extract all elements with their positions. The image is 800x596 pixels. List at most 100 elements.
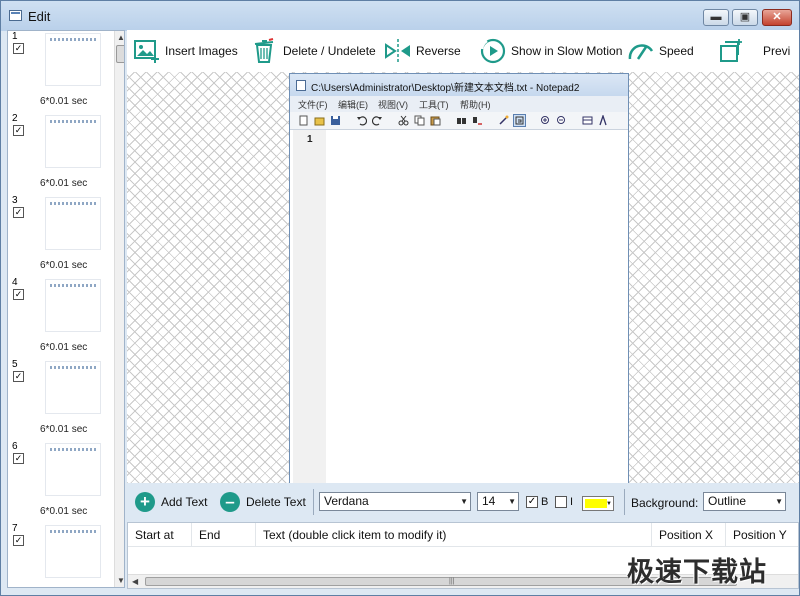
scroll-down-icon[interactable]: ▼ xyxy=(117,576,124,585)
frame-canvas[interactable]: C:\Users\Administrator\Desktop\新建文本文档.tx… xyxy=(127,72,799,484)
frame-checkbox[interactable]: ✓ xyxy=(13,125,24,136)
frame-thumbnail[interactable] xyxy=(45,115,101,168)
column-header-position-x[interactable]: Position X xyxy=(652,523,726,547)
chevron-down-icon: ▼ xyxy=(460,497,468,506)
close-button[interactable]: ✕ xyxy=(762,9,792,26)
slow-motion-label: Show in Slow Motion xyxy=(511,44,623,58)
frame-item[interactable]: 2 ✓ 6*0.01 sec xyxy=(8,113,112,195)
preview-line-number: 1 xyxy=(307,134,313,145)
scroll-up-icon[interactable]: ▲ xyxy=(117,33,124,42)
preview-menu-item: 视图(V) xyxy=(378,100,408,110)
undo-icon xyxy=(357,116,367,126)
grip-icon: ||| xyxy=(449,578,455,585)
frame-checkbox[interactable]: ✓ xyxy=(13,453,24,464)
frame-duration[interactable]: 6*0.01 sec xyxy=(40,178,87,189)
text-color-picker[interactable]: ▼ xyxy=(582,496,614,511)
speed-button[interactable]: Speed xyxy=(627,37,694,65)
insert-images-label: Insert Images xyxy=(165,44,238,58)
reverse-label: Reverse xyxy=(416,44,461,58)
notepad-icon xyxy=(296,80,306,91)
frame-checkbox[interactable]: ✓ xyxy=(13,535,24,546)
frame-thumbnail[interactable] xyxy=(45,443,101,496)
slow-motion-button[interactable]: Show in Slow Motion xyxy=(479,37,622,65)
zoom-out-icon xyxy=(557,116,565,124)
frame-checkbox[interactable]: ✓ xyxy=(13,207,24,218)
frame-duration[interactable]: 6*0.01 sec xyxy=(40,424,87,435)
watermark: 极速下载站 xyxy=(627,557,767,588)
trash-icon xyxy=(254,38,274,63)
frame-item[interactable]: 6 ✓ 6*0.01 sec xyxy=(8,441,112,523)
replace-icon xyxy=(473,117,482,125)
cut-icon xyxy=(398,115,409,126)
frame-thumbnail[interactable] xyxy=(45,525,101,578)
frame-item[interactable]: 5 ✓ 6*0.01 sec xyxy=(8,359,112,441)
frame-checkbox[interactable]: ✓ xyxy=(13,371,24,382)
insert-images-button[interactable]: Insert Images xyxy=(133,37,238,65)
font-family-value: Verdana xyxy=(324,494,369,508)
frame-preview-image: C:\Users\Administrator\Desktop\新建文本文档.tx… xyxy=(289,73,629,484)
minimize-button[interactable]: ▬ xyxy=(703,9,729,26)
frame-number: 4 xyxy=(12,277,18,288)
speedometer-icon xyxy=(628,44,654,60)
delete-text-label: Delete Text xyxy=(246,495,306,509)
preview-button[interactable]: Previ xyxy=(717,37,790,65)
font-family-select[interactable]: Verdana ▼ xyxy=(319,492,471,511)
frame-duration[interactable]: 6*0.01 sec xyxy=(40,506,87,517)
frame-list[interactable]: 1 ✓ 6*0.01 sec 2 ✓ 6*0.01 sec 3 ✓ 6*0.01… xyxy=(7,30,125,588)
preview-label: Previ xyxy=(763,44,791,58)
column-header-position-y[interactable]: Position Y xyxy=(726,523,798,547)
scrollbar-thumb[interactable] xyxy=(116,45,124,63)
divider xyxy=(624,489,625,515)
zoom-in-icon xyxy=(541,116,549,124)
frame-duration[interactable]: 6*0.01 sec xyxy=(40,260,87,271)
add-text-button[interactable]: + Add Text xyxy=(135,491,207,513)
frame-checkbox[interactable]: ✓ xyxy=(13,43,24,54)
delete-undelete-button[interactable]: Delete / Undelete xyxy=(251,37,376,65)
paste-icon xyxy=(430,116,441,126)
preview-menu-bar: 文件(F) 编辑(E) 视图(V) 工具(T) 帮助(H) xyxy=(290,96,628,112)
frame-duration[interactable]: 6*0.01 sec xyxy=(40,96,87,107)
font-size-select[interactable]: 14 ▼ xyxy=(477,492,519,511)
bold-checkbox[interactable]: ✓ xyxy=(526,496,538,508)
font-icon xyxy=(599,115,607,126)
background-style-value: Outline xyxy=(708,494,747,508)
delete-text-button[interactable]: – Delete Text xyxy=(220,491,306,513)
frame-number: 5 xyxy=(12,359,18,370)
new-file-icon xyxy=(299,115,308,126)
frame-number: 3 xyxy=(12,195,18,206)
frame-thumbnail[interactable] xyxy=(45,279,101,332)
divider xyxy=(313,489,314,515)
italic-checkbox[interactable] xyxy=(555,496,567,508)
preview-window-title-bar: C:\Users\Administrator\Desktop\新建文本文档.tx… xyxy=(290,74,628,96)
frame-item[interactable]: 3 ✓ 6*0.01 sec xyxy=(8,195,112,277)
background-style-select[interactable]: Outline ▼ xyxy=(703,492,786,511)
window-title: Edit xyxy=(28,9,51,24)
column-header-text[interactable]: Text (double click item to modify it) xyxy=(256,523,652,547)
reverse-icon xyxy=(385,39,410,63)
frame-item[interactable]: 7 ✓ xyxy=(8,523,112,587)
frame-list-scrollbar[interactable]: ▲ ▼ xyxy=(114,31,124,587)
frame-thumbnail[interactable] xyxy=(45,33,101,86)
scroll-left-icon[interactable]: ◀ xyxy=(132,577,138,586)
chevron-down-icon: ▼ xyxy=(775,497,783,506)
frame-thumbnail[interactable] xyxy=(45,361,101,414)
column-header-end[interactable]: End xyxy=(192,523,256,547)
minus-circle-icon: – xyxy=(220,492,240,512)
preview-menu-item: 帮助(H) xyxy=(460,100,491,110)
frame-item[interactable]: 4 ✓ 6*0.01 sec xyxy=(8,277,112,359)
frame-number: 1 xyxy=(12,31,18,42)
plus-circle-icon: + xyxy=(135,492,155,512)
frame-item[interactable]: 1 ✓ 6*0.01 sec xyxy=(8,31,112,113)
frame-thumbnail[interactable] xyxy=(45,197,101,250)
column-header-start[interactable]: Start at xyxy=(128,523,192,547)
frame-duration[interactable]: 6*0.01 sec xyxy=(40,342,87,353)
copy-icon xyxy=(414,115,425,126)
maximize-button[interactable]: ▣ xyxy=(732,9,758,26)
save-icon xyxy=(331,116,340,125)
word-wrap-icon xyxy=(513,114,526,127)
add-text-label: Add Text xyxy=(161,495,208,509)
frame-checkbox[interactable]: ✓ xyxy=(13,289,24,300)
preview-window-title: C:\Users\Administrator\Desktop\新建文本文档.tx… xyxy=(311,83,580,94)
reverse-button[interactable]: Reverse xyxy=(384,37,461,65)
italic-label: I xyxy=(570,496,574,508)
